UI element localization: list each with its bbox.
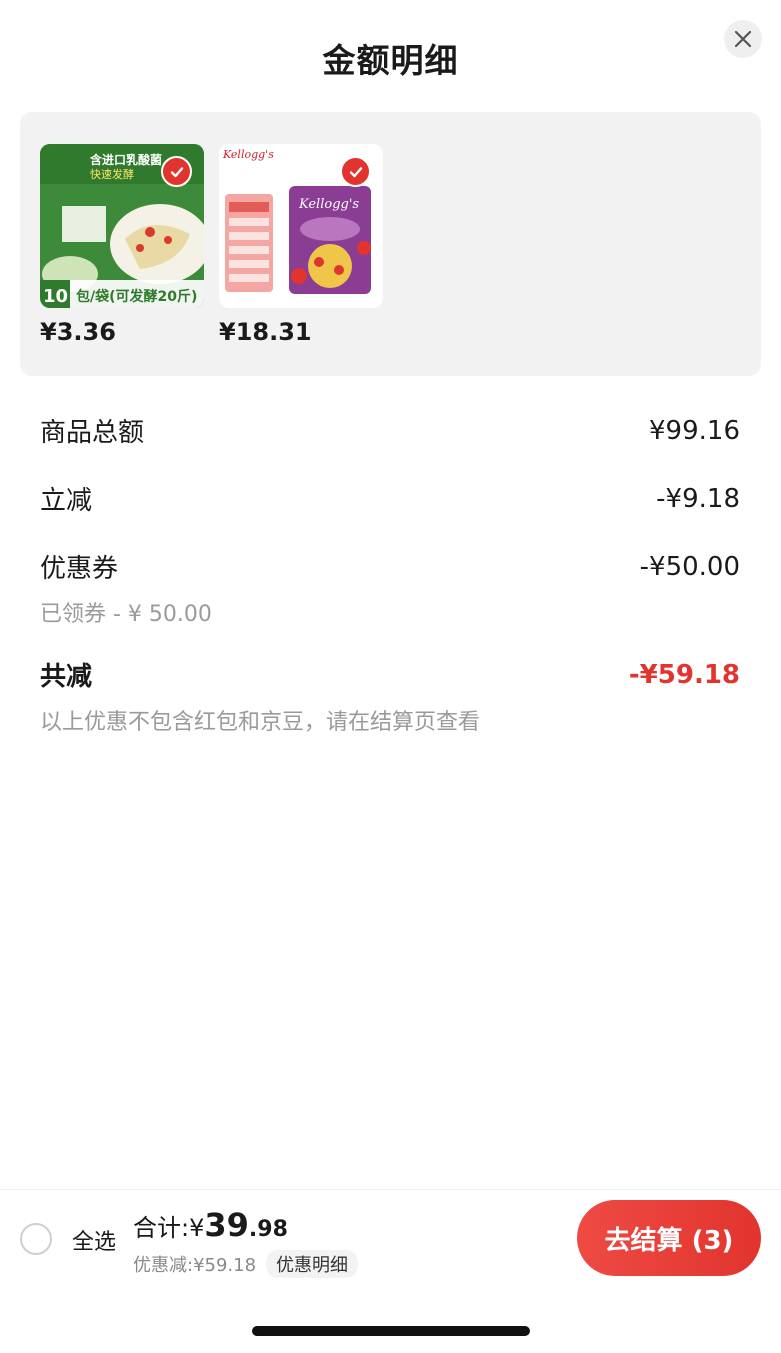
coupon-note: 已领券 - ¥ 50.00 xyxy=(40,602,212,627)
coupon-value: -¥50.00 xyxy=(639,551,740,582)
close-button[interactable] xyxy=(724,20,762,58)
selected-products-card: 10 包/袋(可发酵20斤) 含进口乳酸菌 快速发酵 ¥3.36 Kellogg… xyxy=(20,112,761,376)
amount-detail-sheet: 金额明细 10 包/袋(可发酵20斤) 含进口乳酸菌 快速发酵 ¥3.36 Ke… xyxy=(0,0,781,1353)
sum-currency: ¥ xyxy=(189,1214,205,1242)
instant-discount-row: 立减 -¥9.18 xyxy=(40,480,740,517)
checkout-bar: 全选 合计:¥39.98 优惠减:¥59.18 优惠明细 去结算 (3) xyxy=(0,1189,781,1284)
checkout-button[interactable]: 去结算 (3) xyxy=(577,1200,761,1276)
svg-text:Kellogg's: Kellogg's xyxy=(222,148,274,161)
pickled-vegetable-starter-pack-image[interactable]: 10 包/袋(可发酵20斤) 含进口乳酸菌 快速发酵 xyxy=(40,144,204,308)
svg-text:含进口乳酸菌: 含进口乳酸菌 xyxy=(90,152,162,167)
order-sum: 合计:¥39.98 xyxy=(133,1206,288,1244)
total-discount-row: 共减 -¥59.18 xyxy=(40,656,740,693)
check-icon xyxy=(349,166,362,177)
sum-integer: 39 xyxy=(204,1206,249,1244)
discount-detail-button[interactable]: 优惠明细 xyxy=(266,1250,359,1278)
close-icon xyxy=(734,30,752,48)
goods-total-row: 商品总额 ¥99.16 xyxy=(40,412,740,449)
page-title: 金额明细 xyxy=(322,41,459,80)
total-discount-label: 共减 xyxy=(40,662,93,692)
discount-disclaimer: 以上优惠不包含红包和京豆，请在结算页查看 xyxy=(40,710,481,735)
goods-total-value: ¥99.16 xyxy=(649,415,740,446)
kelloggs-strawberry-cereal-image[interactable]: Kellogg's Kellogg's xyxy=(219,144,383,308)
product-checked-checkbox[interactable] xyxy=(340,156,371,187)
svg-text:10: 10 xyxy=(43,286,68,307)
goods-total-label: 商品总额 xyxy=(40,418,145,448)
instant-discount-label: 立减 xyxy=(40,486,93,516)
product-price: ¥18.31 xyxy=(219,318,312,346)
svg-text:快速发酵: 快速发酵 xyxy=(90,167,134,181)
select-all-label[interactable]: 全选 xyxy=(72,1224,116,1256)
sum-decimal: .98 xyxy=(248,1217,288,1242)
product-item[interactable]: 10 包/袋(可发酵20斤) 含进口乳酸菌 快速发酵 ¥3.36 xyxy=(40,144,204,346)
product-price: ¥3.36 xyxy=(40,318,116,346)
svg-text:Kellogg's: Kellogg's xyxy=(298,197,359,212)
svg-text:包/袋(可发酵20斤): 包/袋(可发酵20斤) xyxy=(76,288,197,305)
check-icon xyxy=(170,166,183,177)
instant-discount-value: -¥9.18 xyxy=(656,483,740,514)
total-discount-value: -¥59.18 xyxy=(628,659,740,690)
product-checked-checkbox[interactable] xyxy=(161,156,192,187)
discount-summary: 优惠减:¥59.18 优惠明细 xyxy=(133,1250,359,1278)
discount-text: 优惠减:¥59.18 xyxy=(133,1255,257,1276)
home-indicator xyxy=(252,1326,530,1336)
coupon-label: 优惠券 xyxy=(40,554,119,584)
coupon-row: 优惠券 -¥50.00 xyxy=(40,548,740,585)
sum-label: 合计: xyxy=(133,1214,190,1242)
select-all-radio[interactable] xyxy=(20,1223,52,1255)
product-item[interactable]: Kellogg's Kellogg's ¥18.31 xyxy=(219,144,383,346)
